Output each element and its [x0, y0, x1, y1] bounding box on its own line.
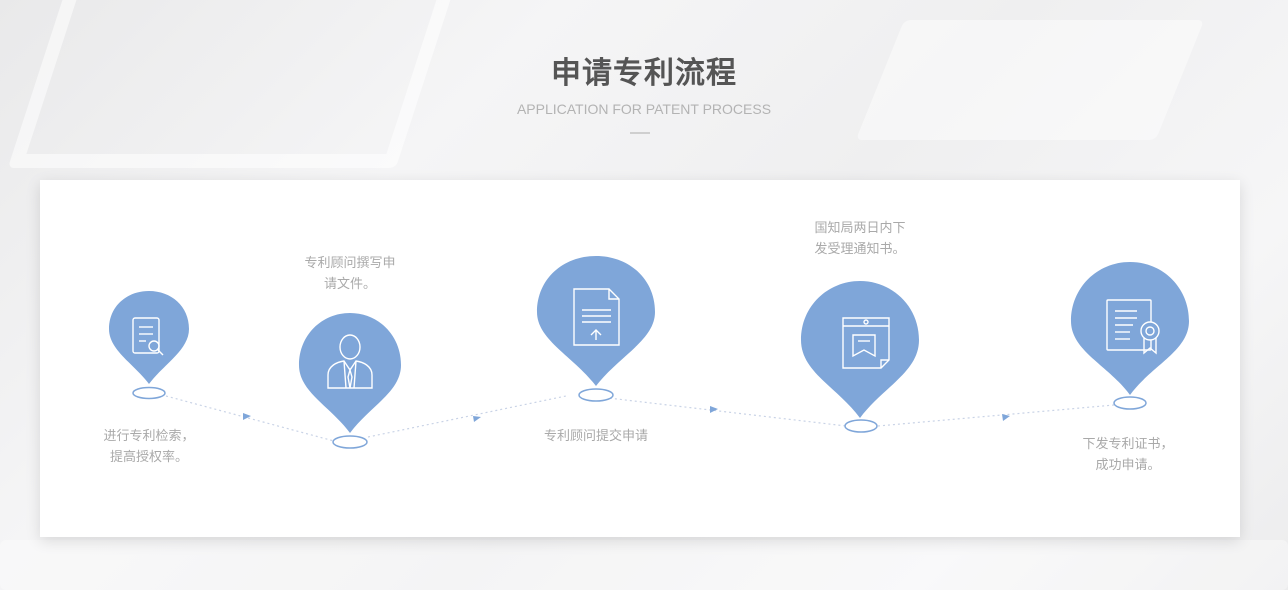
step-pin	[109, 291, 189, 400]
step-pin	[537, 256, 655, 402]
pin-marker	[1071, 262, 1189, 395]
step-description: 国知局两日内下 发受理通知书。	[814, 221, 906, 257]
step-pin	[299, 313, 401, 449]
page-subtitle: APPLICATION FOR PATENT PROCESS	[516, 101, 772, 117]
title-divider	[630, 132, 650, 134]
step-pin	[801, 281, 919, 433]
pin-base-ring	[844, 419, 878, 433]
step-description: 专利顾问提交申请	[543, 429, 648, 444]
step-description: 下发专利证书， 成功申请。	[1082, 437, 1174, 473]
step-description: 进行专利检索， 提高授权率。	[103, 429, 195, 465]
pin-base-ring	[1113, 396, 1147, 410]
process-flow-diagram	[109, 256, 1189, 449]
background-decoration	[0, 540, 1288, 590]
pin-marker	[299, 313, 401, 433]
step-description: 专利顾问撰写申 请文件。	[304, 256, 396, 292]
arrow-icon	[710, 406, 718, 413]
arrow-icon	[473, 416, 481, 422]
arrow-icon	[1002, 414, 1010, 421]
step-pin	[1071, 262, 1189, 410]
pin-base-ring	[578, 388, 614, 402]
pin-base-ring	[332, 435, 368, 449]
connector-line	[599, 396, 847, 427]
pin-base-ring	[132, 386, 166, 400]
pin-marker	[109, 291, 189, 384]
pin-marker	[537, 256, 655, 386]
pin-marker	[801, 281, 919, 418]
process-card: 进行专利检索， 提高授权率。 专利顾问撰写申 请文件。 专利顾问提交申请 国知局…	[40, 180, 1240, 537]
page-title: 申请专利流程	[551, 56, 737, 91]
connector-line	[877, 404, 1115, 427]
